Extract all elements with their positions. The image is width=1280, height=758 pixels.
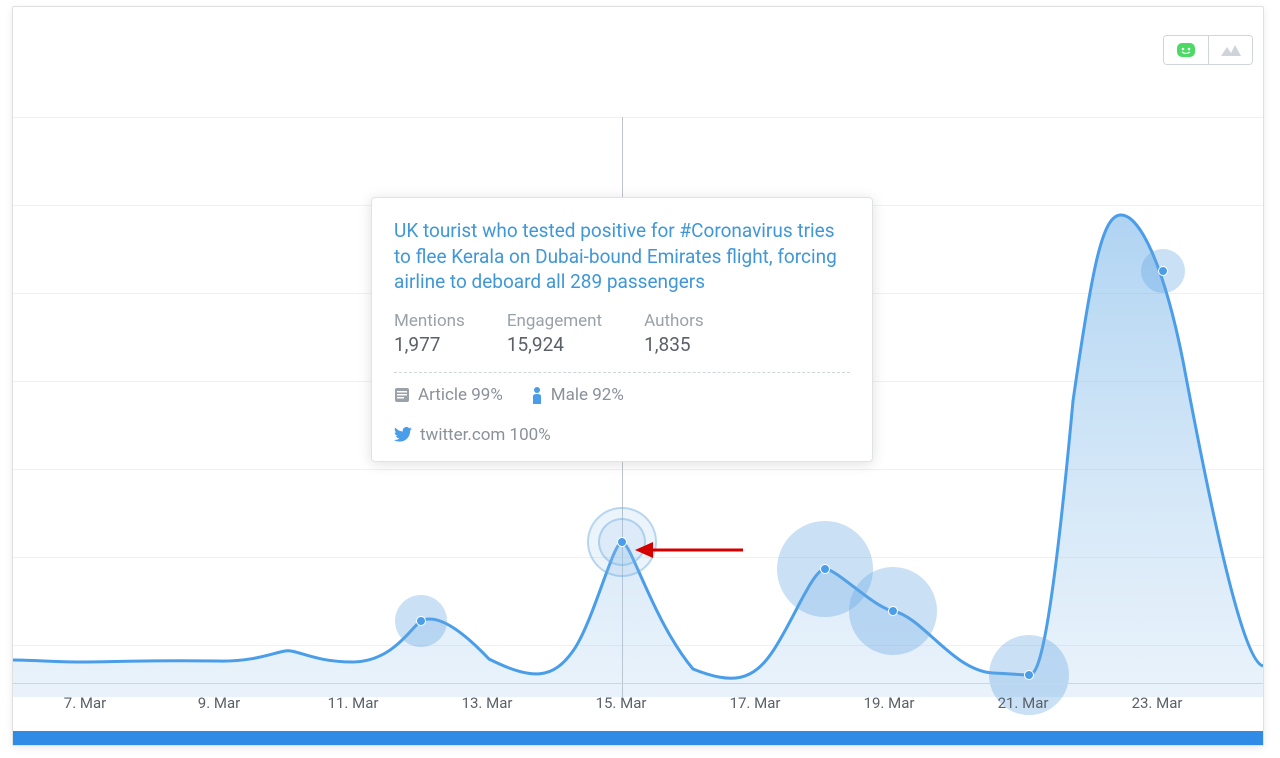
x-tick: 15. Mar <box>596 694 647 712</box>
data-point-selected[interactable] <box>617 537 627 547</box>
meta-article: Article 99% <box>394 385 503 405</box>
annotation-arrow-icon <box>631 534 753 566</box>
x-tick: 7. Mar <box>64 694 106 712</box>
meta-gender: Male 92% <box>531 385 624 405</box>
x-tick: 11. Mar <box>328 694 379 712</box>
stat-value: 15,924 <box>507 333 602 356</box>
stat-value: 1,835 <box>644 333 704 356</box>
data-point[interactable] <box>820 564 830 574</box>
stat-engagement: Engagement 15,924 <box>507 311 602 356</box>
meta-label: Article 99% <box>418 385 503 405</box>
stat-label: Mentions <box>394 311 465 331</box>
stat-label: Engagement <box>507 311 602 331</box>
stat-authors: Authors 1,835 <box>644 311 704 356</box>
x-tick: 17. Mar <box>730 694 781 712</box>
meta-source: twitter.com 100% <box>394 425 850 445</box>
time-scroll-bar[interactable] <box>13 731 1263 745</box>
tooltip-meta-row: Article 99% Male 92% twitter.com 100% <box>394 385 850 445</box>
tooltip-stats-row: Mentions 1,977 Engagement 15,924 Authors… <box>394 311 850 356</box>
data-point[interactable] <box>1024 670 1034 680</box>
person-icon <box>531 386 543 404</box>
data-point[interactable] <box>1158 266 1168 276</box>
x-axis: 7. Mar 9. Mar 11. Mar 13. Mar 15. Mar 17… <box>13 683 1263 719</box>
datapoint-tooltip: UK tourist who tested positive for #Coro… <box>371 197 873 462</box>
divider <box>394 372 850 373</box>
x-tick: 9. Mar <box>198 694 240 712</box>
x-tick: 21. Mar <box>998 694 1049 712</box>
twitter-icon <box>394 427 412 442</box>
x-tick: 23. Mar <box>1132 694 1183 712</box>
article-icon <box>394 387 410 403</box>
stat-value: 1,977 <box>394 333 465 356</box>
meta-label: twitter.com 100% <box>420 425 551 445</box>
x-tick: 13. Mar <box>462 694 513 712</box>
chart-plot-area[interactable]: UK tourist who tested positive for #Coro… <box>13 21 1263 697</box>
x-tick: 19. Mar <box>864 694 915 712</box>
data-point[interactable] <box>888 606 898 616</box>
meta-label: Male 92% <box>551 385 624 405</box>
stat-mentions: Mentions 1,977 <box>394 311 465 356</box>
chart-panel: UK tourist who tested positive for #Coro… <box>12 6 1264 746</box>
stat-label: Authors <box>644 311 704 331</box>
tooltip-headline-link[interactable]: UK tourist who tested positive for #Coro… <box>394 218 850 295</box>
data-point[interactable] <box>416 616 426 626</box>
